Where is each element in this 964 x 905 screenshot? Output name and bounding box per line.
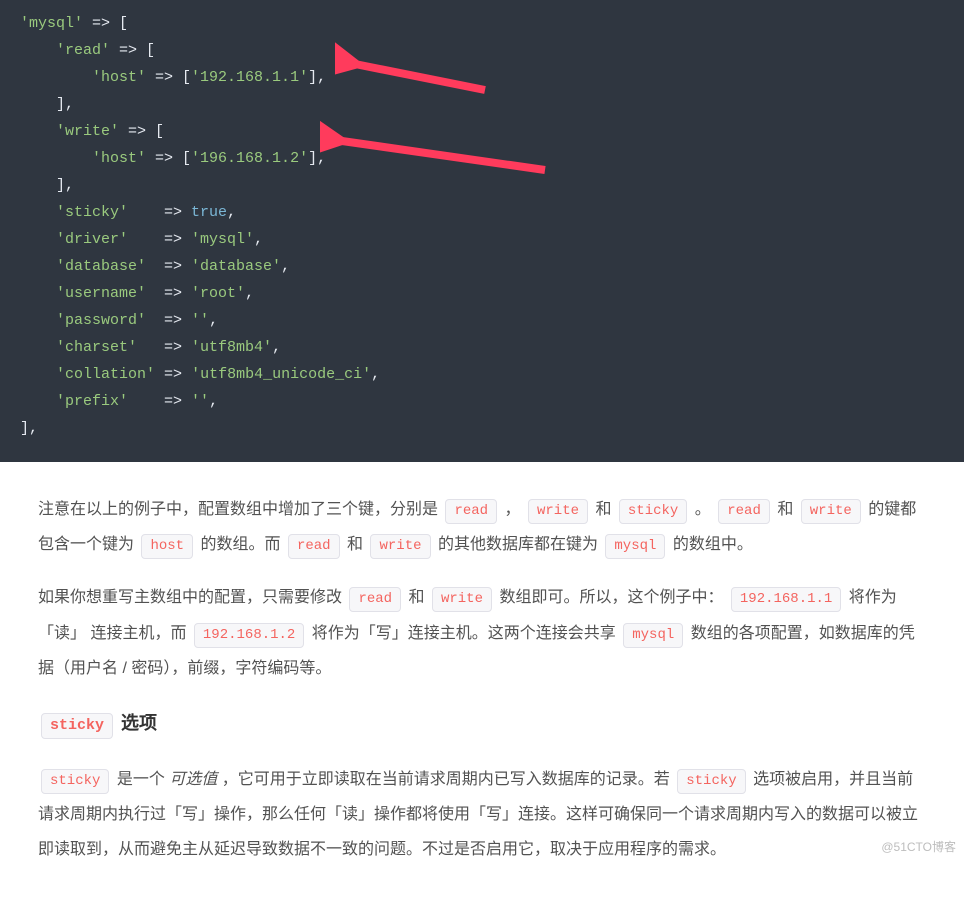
text: 数组即可。所以，这个例子中： bbox=[499, 589, 727, 606]
section-heading-sticky: sticky 选项 bbox=[38, 704, 926, 744]
paragraph-3: sticky 是一个 可选值 ，它可用于立即读取在当前请求周期内已写入数据库的记… bbox=[38, 762, 926, 868]
inline-code: 192.168.1.1 bbox=[731, 587, 841, 612]
inline-code: read bbox=[349, 587, 401, 612]
text: 的数组中。 bbox=[673, 536, 753, 553]
heading-text: 选项 bbox=[116, 713, 157, 733]
text: 和 bbox=[409, 589, 429, 606]
text: 和 bbox=[777, 501, 797, 518]
text: 和 bbox=[347, 536, 367, 553]
inline-code: write bbox=[528, 499, 588, 524]
inline-code: write bbox=[801, 499, 861, 524]
inline-code: read bbox=[445, 499, 497, 524]
inline-code: sticky bbox=[41, 769, 109, 794]
paragraph-2: 如果你想重写主数组中的配置，只需要修改 read 和 write 数组即可。所以… bbox=[38, 580, 926, 686]
inline-code: host bbox=[141, 534, 193, 559]
inline-code: sticky bbox=[619, 499, 687, 524]
inline-code: sticky bbox=[41, 713, 113, 740]
text: 。 bbox=[695, 501, 711, 518]
inline-code: write bbox=[370, 534, 430, 559]
text: 的其他数据库都在键为 bbox=[438, 536, 602, 553]
code-content: 'mysql' => [ 'read' => [ 'host' => ['192… bbox=[20, 10, 944, 442]
text: ， bbox=[505, 501, 521, 518]
text: 的数组。而 bbox=[201, 536, 285, 553]
code-block: 'mysql' => [ 'read' => [ 'host' => ['192… bbox=[0, 0, 964, 462]
article-content: 注意在以上的例子中，配置数组中增加了三个键，分别是 read ， write 和… bbox=[0, 462, 964, 905]
text: 和 bbox=[595, 501, 615, 518]
emphasis: 可选值 bbox=[169, 771, 217, 788]
inline-code: mysql bbox=[605, 534, 665, 559]
inline-code: mysql bbox=[623, 623, 683, 648]
text: 如果你想重写主数组中的配置，只需要修改 bbox=[38, 589, 346, 606]
text: 是一个 bbox=[117, 771, 169, 788]
text: 将作为「写」连接主机。这两个连接会共享 bbox=[312, 625, 620, 642]
inline-code: 192.168.1.2 bbox=[194, 623, 304, 648]
watermark: @51CTO博客 bbox=[881, 838, 956, 855]
inline-code: read bbox=[288, 534, 340, 559]
inline-code: sticky bbox=[677, 769, 745, 794]
text: 注意在以上的例子中，配置数组中增加了三个键，分别是 bbox=[38, 501, 442, 518]
inline-code: write bbox=[432, 587, 492, 612]
paragraph-1: 注意在以上的例子中，配置数组中增加了三个键，分别是 read ， write 和… bbox=[38, 492, 926, 562]
inline-code: read bbox=[718, 499, 770, 524]
text: ，它可用于立即读取在当前请求周期内已写入数据库的记录。若 bbox=[222, 771, 674, 788]
